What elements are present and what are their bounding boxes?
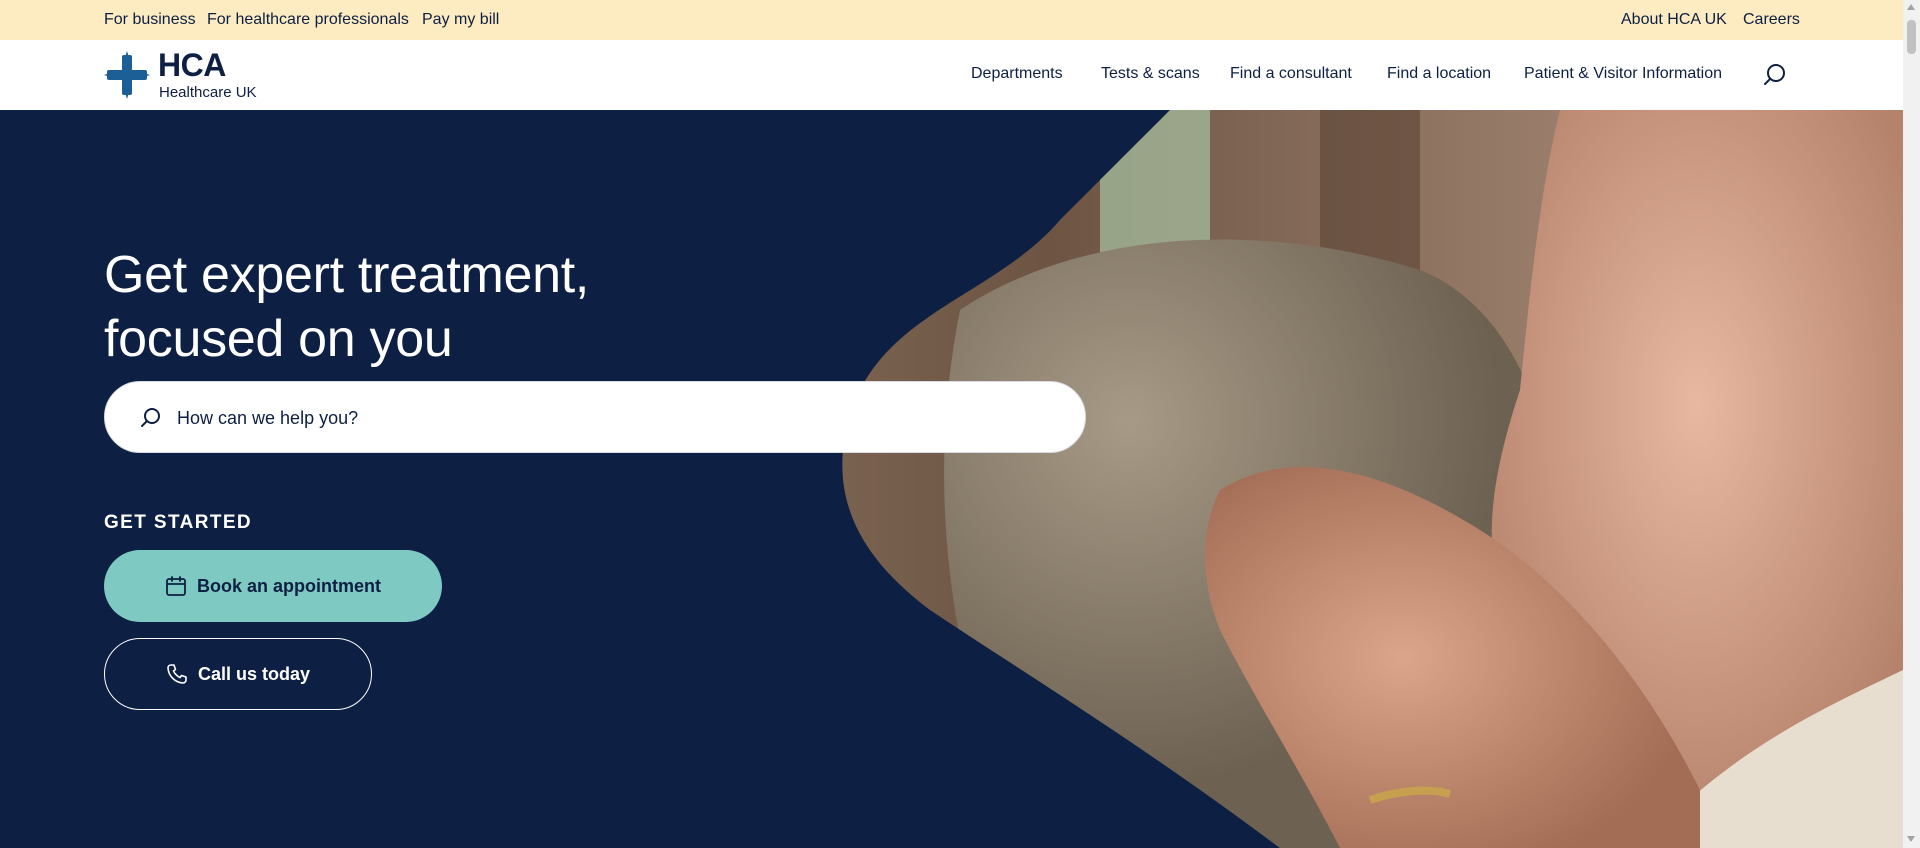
hero-search-input[interactable] xyxy=(177,396,1057,440)
scroll-down-arrow-icon[interactable] xyxy=(1907,836,1915,842)
book-appointment-label: Book an appointment xyxy=(197,575,381,596)
hero-photo xyxy=(842,110,1903,848)
link-about-hca-uk[interactable]: About HCA UK xyxy=(1621,11,1727,29)
hero-title-line-2: focused on you xyxy=(104,310,453,368)
link-pay-my-bill[interactable]: Pay my bill xyxy=(422,11,499,29)
logo[interactable]: HCA Healthcare UK xyxy=(104,47,274,101)
call-us-label: Call us today xyxy=(197,663,311,684)
nav-tests-scans[interactable]: Tests & scans xyxy=(1101,65,1200,83)
nav-patient-visitor-info[interactable]: Patient & Visitor Information xyxy=(1524,65,1722,83)
book-appointment-button[interactable]: Book an appointment xyxy=(104,550,442,622)
nav-find-location[interactable]: Find a location xyxy=(1387,65,1491,83)
calendar-icon xyxy=(166,576,186,596)
link-careers[interactable]: Careers xyxy=(1743,11,1800,29)
page: For business For healthcare professional… xyxy=(0,0,1920,848)
logo-wordmark: HCA xyxy=(158,47,226,83)
hero-title: Get expert treatment, focused on you xyxy=(104,243,589,371)
nav-departments[interactable]: Departments xyxy=(971,65,1063,83)
header-search-button[interactable] xyxy=(1762,62,1788,88)
cross-logo-icon xyxy=(104,51,150,99)
hero-section: Get expert treatment, focused on you GET… xyxy=(0,110,1903,848)
utility-bar: For business For healthcare professional… xyxy=(0,0,1903,40)
call-us-button[interactable]: Call us today xyxy=(104,638,372,710)
scrollbar-thumb[interactable] xyxy=(1907,20,1916,54)
nav-find-consultant[interactable]: Find a consultant xyxy=(1230,65,1352,83)
hero-search-box[interactable] xyxy=(104,381,1086,453)
search-icon xyxy=(1764,64,1785,85)
logo-subtitle: Healthcare UK xyxy=(159,84,257,101)
link-for-healthcare-professionals[interactable]: For healthcare professionals xyxy=(207,11,409,29)
page-scrollbar[interactable] xyxy=(1903,0,1920,848)
get-started-heading: GET STARTED xyxy=(104,512,253,533)
link-for-business[interactable]: For business xyxy=(104,11,196,29)
site-header: HCA Healthcare UK Departments Tests & sc… xyxy=(0,40,1903,110)
phone-icon xyxy=(167,664,187,684)
search-icon xyxy=(141,408,160,427)
hero-title-line-1: Get expert treatment, xyxy=(104,246,590,304)
scroll-up-arrow-icon[interactable] xyxy=(1907,4,1915,10)
